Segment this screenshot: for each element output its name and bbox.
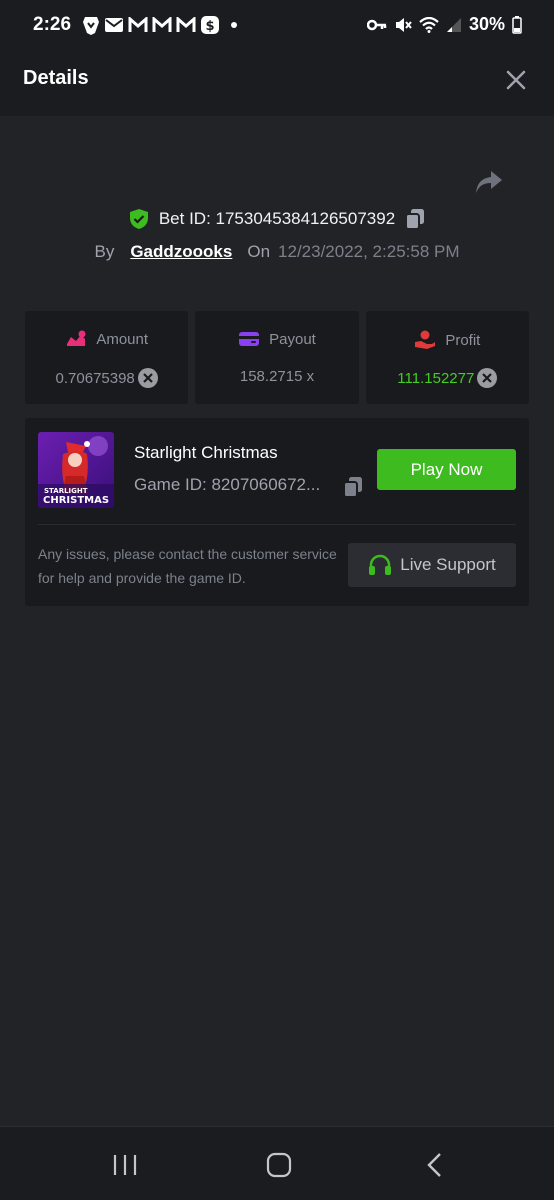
divider	[38, 524, 516, 525]
signal-icon	[446, 17, 461, 32]
stat-payout: Payout 158.2715 x	[195, 311, 359, 404]
bet-id-row: Bet ID: 1753045384126507392	[0, 208, 554, 230]
stat-payout-label: Payout	[269, 330, 316, 348]
svg-text:$: $	[205, 19, 214, 34]
details-header: Details	[0, 52, 554, 116]
amount-icon	[67, 330, 86, 346]
key-icon	[366, 19, 387, 30]
back-icon[interactable]	[420, 1151, 450, 1179]
recent-apps-icon[interactable]	[110, 1151, 140, 1179]
gmail-icon	[176, 17, 196, 32]
close-icon[interactable]	[504, 68, 528, 92]
bet-meta-row: By Gaddzoooks On 12/23/2022, 2:25:58 PM	[0, 242, 554, 262]
bet-date: 12/23/2022, 2:25:58 PM	[278, 242, 460, 261]
profit-icon	[415, 330, 436, 349]
stat-profit-value: 111.152277	[397, 369, 475, 387]
gmail-icon	[128, 17, 148, 32]
game-card: STARLIGHT CHRISTMAS Starlight Christmas …	[25, 418, 529, 606]
play-now-button[interactable]: Play Now	[377, 449, 516, 490]
on-label: On	[247, 242, 271, 261]
thumbnail-title-line1: STARLIGHT	[44, 487, 88, 495]
stat-amount-value: 0.70675398	[55, 369, 135, 387]
home-icon[interactable]	[264, 1151, 294, 1179]
brave-icon	[83, 17, 99, 35]
share-icon[interactable]	[474, 168, 504, 196]
stat-amount: Amount 0.70675398	[25, 311, 189, 404]
username-link[interactable]: Gaddzoooks	[130, 242, 232, 262]
stat-profit: Profit 111.152277	[365, 311, 529, 404]
battery-percent: 30%	[468, 14, 505, 34]
wallet-icon	[239, 332, 260, 346]
wifi-icon	[419, 16, 439, 33]
game-thumbnail[interactable]: STARLIGHT CHRISTMAS	[38, 432, 114, 508]
system-icons: 30%	[366, 14, 522, 35]
copy-icon[interactable]	[343, 476, 363, 498]
support-note: Any issues, please contact the customer …	[38, 546, 337, 586]
mail-icon	[105, 18, 123, 32]
battery-icon	[512, 15, 522, 34]
mute-icon	[395, 17, 412, 32]
by-label: By	[94, 242, 115, 261]
game-id: Game ID: 8207060672...	[134, 475, 321, 494]
notification-icons: $	[82, 15, 240, 35]
page-title: Details	[23, 67, 89, 89]
coin-icon	[137, 368, 158, 388]
stat-amount-label: Amount	[96, 330, 149, 348]
live-support-label: Live Support	[400, 555, 496, 574]
shield-check-icon	[129, 209, 148, 229]
coin-icon	[477, 368, 498, 388]
headset-icon	[369, 554, 392, 575]
dot-icon	[231, 22, 237, 28]
live-support-button[interactable]: Live Support	[348, 543, 516, 587]
stat-payout-value: 158.2715 x	[239, 368, 315, 385]
copy-icon[interactable]	[405, 208, 425, 230]
gmail-icon	[152, 17, 172, 32]
status-bar: 2:26 $ 30%	[0, 0, 554, 52]
system-nav-bar	[0, 1126, 554, 1200]
stat-profit-label: Profit	[445, 331, 481, 349]
bet-stats: Amount 0.70675398 Payout 158.2715 x Prof…	[25, 311, 529, 404]
status-time: 2:26	[33, 14, 72, 35]
game-name[interactable]: Starlight Christmas	[134, 443, 278, 463]
bet-id: Bet ID: 1753045384126507392	[158, 209, 396, 228]
cash-app-icon: $	[201, 16, 219, 34]
thumbnail-title-line2: CHRISTMAS	[43, 495, 109, 506]
